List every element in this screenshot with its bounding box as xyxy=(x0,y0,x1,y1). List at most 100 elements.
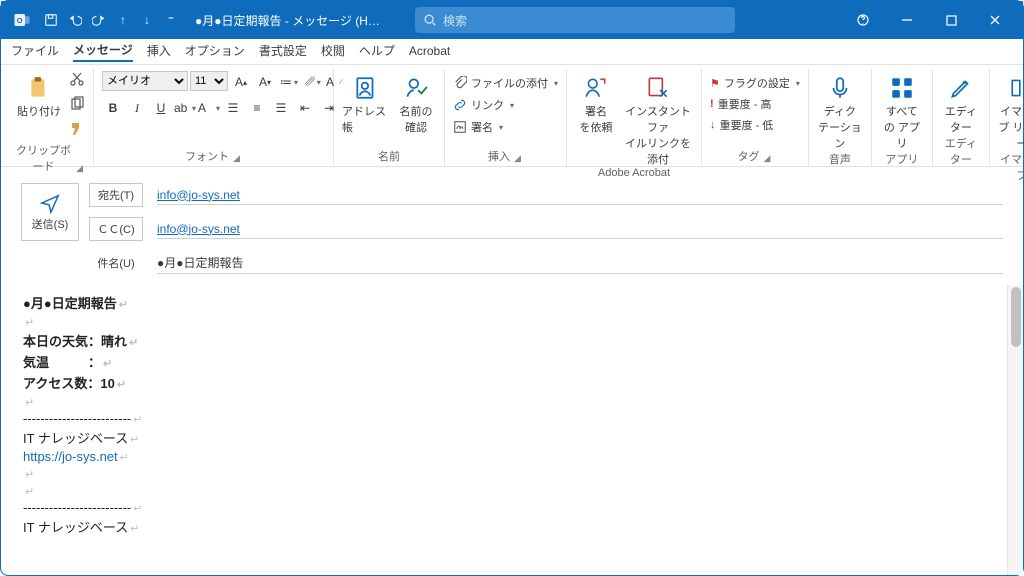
qat-more-icon[interactable]: ⁼ xyxy=(161,10,181,30)
all-apps-button[interactable]: すべて の アプリ xyxy=(880,71,924,151)
dialog-launcher-icon[interactable]: ◢ xyxy=(514,153,523,166)
to-field[interactable]: info@jo-sys.net xyxy=(157,186,1003,205)
group-editor: エディ ター エディター xyxy=(933,69,990,166)
align-right-icon[interactable]: ☰ xyxy=(270,97,292,119)
outlook-icon: O xyxy=(13,11,31,29)
search-placeholder: 検索 xyxy=(443,12,467,29)
group-insert: ファイルの添付 リンク 署名 挿入 ◢ xyxy=(445,69,567,166)
scrollbar-thumb[interactable] xyxy=(1011,287,1021,347)
message-body-area: ●月●日定期報告 本日の天気：晴れ 気温 ： アクセス数：10 --------… xyxy=(1,285,1023,575)
group-label: 名前 xyxy=(342,148,436,166)
group-acrobat: 署名 を依頼 インスタントファ イルリンクを添付 Adobe Acrobat xyxy=(567,69,702,166)
group-label: 音声 xyxy=(817,151,863,169)
high-importance-button[interactable]: !重要度 - 高 xyxy=(710,96,800,112)
tab-insert[interactable]: 挿入 xyxy=(147,42,171,61)
tab-acrobat[interactable]: Acrobat xyxy=(409,44,450,60)
immersive-reader-button[interactable]: イマーシ ブ リーダー xyxy=(998,71,1024,151)
tab-format[interactable]: 書式設定 xyxy=(259,42,307,61)
group-tags: ⚑フラグの設定 !重要度 - 高 ↓重要度 - 低 タグ ◢ xyxy=(702,69,809,166)
group-voice: ディク テーション 音声 xyxy=(809,69,872,166)
address-book-button[interactable]: アドレス帳 xyxy=(342,71,390,135)
dialog-launcher-icon[interactable]: ◢ xyxy=(233,153,242,166)
bold-button[interactable]: B xyxy=(102,97,124,119)
tab-help[interactable]: ヘルプ xyxy=(359,42,395,61)
italic-button[interactable]: I xyxy=(126,97,148,119)
font-color-button[interactable]: A xyxy=(198,97,220,119)
group-clipboard: 貼り付け クリップボード◢ xyxy=(7,69,94,166)
highlight-button[interactable]: ab xyxy=(174,97,196,119)
body-line: アクセス数：10 xyxy=(23,373,985,392)
bullets-icon[interactable]: ≔ xyxy=(278,71,300,93)
check-names-button[interactable]: 名前の 確認 xyxy=(396,71,436,135)
dictate-button[interactable]: ディク テーション xyxy=(817,71,863,151)
font-size-select[interactable]: 11 xyxy=(190,71,228,91)
search-icon xyxy=(423,13,437,27)
request-signature-button[interactable]: 署名 を依頼 xyxy=(575,71,617,135)
quick-access-toolbar: ↑ ↓ ⁼ xyxy=(41,10,181,30)
grow-font-icon[interactable]: A▴ xyxy=(230,71,252,93)
group-label: 挿入 xyxy=(488,148,510,166)
cut-icon[interactable] xyxy=(69,71,85,92)
flag-button[interactable]: ⚑フラグの設定 xyxy=(710,75,800,91)
search-box[interactable]: 検索 xyxy=(415,7,735,33)
paste-button[interactable]: 貼り付け xyxy=(15,71,63,119)
editor-button[interactable]: エディ ター xyxy=(941,71,981,135)
dialog-launcher-icon[interactable]: ◢ xyxy=(764,153,773,166)
ribbon-tabs: ファイル メッセージ 挿入 オプション 書式設定 校閲 ヘルプ Acrobat xyxy=(1,39,1023,65)
tab-message[interactable]: メッセージ xyxy=(73,41,133,62)
subject-label: 件名(U) xyxy=(89,251,143,275)
undo-icon[interactable] xyxy=(65,10,85,30)
signature-link[interactable]: https://jo-sys.net xyxy=(23,449,118,464)
title-bar: O ↑ ↓ ⁼ ●月●日定期報告 - メッセージ (HTML… 検索 xyxy=(1,1,1023,39)
scrollbar[interactable] xyxy=(1007,285,1023,575)
down-icon[interactable]: ↓ xyxy=(137,10,157,30)
group-label: イマーシブ xyxy=(998,151,1024,185)
align-center-icon[interactable]: ≡ xyxy=(246,97,268,119)
low-importance-button[interactable]: ↓重要度 - 低 xyxy=(710,117,800,133)
group-label: タグ xyxy=(738,148,760,166)
attach-file-button[interactable]: ファイルの添付 xyxy=(453,75,558,91)
format-painter-icon[interactable] xyxy=(69,121,85,142)
group-label: クリップボード xyxy=(15,142,72,176)
cc-field[interactable]: info@jo-sys.net xyxy=(157,220,1003,239)
group-label: エディター xyxy=(941,135,981,169)
redo-icon[interactable] xyxy=(89,10,109,30)
copy-icon[interactable] xyxy=(69,96,85,117)
tab-file[interactable]: ファイル xyxy=(11,42,59,61)
group-label: アプリ xyxy=(880,151,924,169)
font-family-select[interactable]: メイリオ xyxy=(102,71,188,91)
close-button[interactable] xyxy=(973,1,1017,39)
tab-review[interactable]: 校閲 xyxy=(321,42,345,61)
to-button[interactable]: 宛先(T) xyxy=(89,183,143,207)
cc-button[interactable]: ＣＣ(C) xyxy=(89,217,143,241)
message-body[interactable]: ●月●日定期報告 本日の天気：晴れ 気温 ： アクセス数：10 --------… xyxy=(1,285,1007,575)
body-line: ------------------------- xyxy=(23,500,985,515)
group-label: フォント xyxy=(185,148,229,166)
underline-button[interactable]: U xyxy=(150,97,172,119)
save-icon[interactable] xyxy=(41,10,61,30)
align-left-icon[interactable]: ☰ xyxy=(222,97,244,119)
ribbon: 貼り付け クリップボード◢ メイリオ 11 A▴ A▾ ≔ ␥ A∕ B I xyxy=(1,65,1023,167)
group-immersive: イマーシ ブ リーダー イマーシブ xyxy=(990,69,1024,166)
minimize-button[interactable] xyxy=(885,1,929,39)
link-button[interactable]: リンク xyxy=(453,97,558,113)
maximize-button[interactable] xyxy=(929,1,973,39)
instant-link-button[interactable]: インスタントファ イルリンクを添付 xyxy=(623,71,693,167)
group-names: アドレス帳 名前の 確認 名前 xyxy=(334,69,445,166)
signature-button[interactable]: 署名 xyxy=(453,119,558,135)
body-line: https://jo-sys.net xyxy=(23,449,985,464)
shrink-font-icon[interactable]: A▾ xyxy=(254,71,276,93)
message-header: 送信(S) 宛先(T) info@jo-sys.net ＣＣ(C) info@j… xyxy=(1,167,1023,285)
dialog-launcher-icon[interactable]: ◢ xyxy=(76,163,85,176)
up-icon[interactable]: ↑ xyxy=(113,10,133,30)
help-icon[interactable] xyxy=(841,1,885,39)
group-font: メイリオ 11 A▴ A▾ ≔ ␥ A∕ B I U ab A ☰ ≡ ☰ ⇤ … xyxy=(94,69,334,166)
indent-decrease-icon[interactable]: ⇤ xyxy=(294,97,316,119)
send-button[interactable]: 送信(S) xyxy=(21,183,79,241)
body-line: 本日の天気：晴れ xyxy=(23,331,985,350)
tab-options[interactable]: オプション xyxy=(185,42,245,61)
body-line: 気温 ： xyxy=(23,352,985,371)
subject-field[interactable]: ●月●日定期報告 xyxy=(157,252,1003,274)
numbering-icon[interactable]: ␥ xyxy=(302,71,324,93)
group-apps: すべて の アプリ アプリ xyxy=(872,69,933,166)
